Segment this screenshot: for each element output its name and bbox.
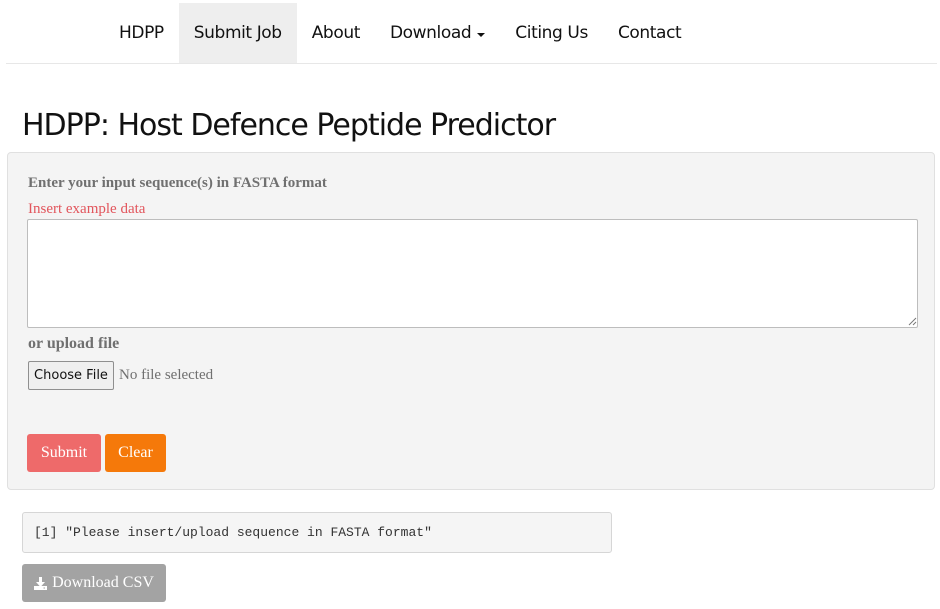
download-icon bbox=[34, 576, 48, 590]
page-title: HDPP: Host Defence Peptide Predictor bbox=[22, 108, 556, 143]
download-csv-button[interactable]: Download CSV bbox=[22, 564, 166, 602]
nav-item-label: Submit Job bbox=[193, 23, 282, 43]
nav-item-hdpp[interactable]: HDPP bbox=[104, 3, 179, 63]
caret-down-icon bbox=[477, 33, 486, 37]
nav-item-about[interactable]: About bbox=[297, 3, 375, 63]
nav-item-label: Citing Us bbox=[515, 23, 588, 43]
upload-file-label: or upload file bbox=[28, 335, 120, 352]
input-panel: Enter your input sequence(s) in FASTA fo… bbox=[7, 152, 935, 490]
nav-list: HDPP Submit Job About Download Citing Us… bbox=[104, 3, 696, 63]
insert-example-link[interactable]: Insert example data bbox=[28, 201, 145, 218]
output-message-box: [1] "Please insert/upload sequence in FA… bbox=[22, 512, 612, 553]
nav-item-label: Download bbox=[389, 23, 472, 43]
nav-item-citing-us[interactable]: Citing Us bbox=[500, 3, 603, 63]
sequence-input-label: Enter your input sequence(s) in FASTA fo… bbox=[28, 175, 327, 191]
nav-item-submit-job[interactable]: Submit Job bbox=[178, 3, 297, 63]
sequence-textarea[interactable] bbox=[27, 219, 918, 328]
nav-item-download[interactable]: Download bbox=[375, 3, 500, 63]
nav-item-contact[interactable]: Contact bbox=[603, 3, 696, 63]
nav-item-label: HDPP bbox=[119, 23, 164, 43]
top-navbar: HDPP Submit Job About Download Citing Us… bbox=[6, 3, 937, 64]
choose-file-button[interactable]: Choose File bbox=[28, 361, 114, 390]
nav-item-label: Contact bbox=[617, 23, 682, 43]
submit-button[interactable]: Submit bbox=[27, 434, 101, 472]
clear-button[interactable]: Clear bbox=[105, 434, 166, 472]
no-file-selected-text: No file selected bbox=[119, 367, 214, 383]
nav-item-label: About bbox=[311, 23, 361, 43]
download-csv-label: Download CSV bbox=[52, 574, 154, 591]
